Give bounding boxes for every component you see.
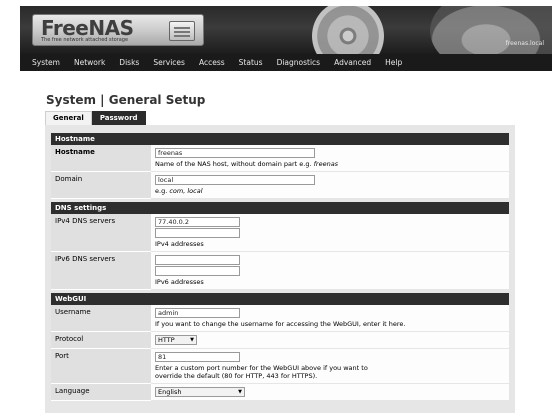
hostname-hint-text: Name of the NAS host, without domain par… — [155, 160, 312, 168]
tab-general[interactable]: General — [45, 111, 92, 125]
ipv6-dns-input-2[interactable] — [155, 266, 240, 276]
ipv4-dns-input-2[interactable] — [155, 228, 240, 238]
hostname-hint: Name of the NAS host, without domain par… — [155, 160, 505, 168]
language-select-value: English — [158, 388, 182, 396]
hard-disk-graphic — [312, 6, 384, 54]
logo-tagline: The free network attached storage — [41, 37, 129, 43]
section-header-dns: DNS settings — [51, 202, 509, 214]
username-input[interactable]: admin — [155, 308, 240, 318]
domain-hint-example: com, local — [169, 187, 203, 195]
chevron-down-icon: ▼ — [238, 389, 242, 395]
section-header-webgui: WebGUI — [51, 293, 509, 305]
username-hint: If you want to change the username for a… — [155, 320, 406, 328]
settings-form: Hostname Hostname freenas Name of the NA… — [51, 133, 509, 401]
protocol-select[interactable]: HTTP ▼ — [155, 335, 197, 345]
ipv6-dns-label: IPv6 DNS servers — [51, 252, 151, 290]
nav-advanced[interactable]: Advanced — [327, 58, 378, 67]
protocol-select-value: HTTP — [158, 336, 175, 344]
freenas-logo[interactable]: FreeNAS The free network attached storag… — [32, 14, 204, 46]
nav-services[interactable]: Services — [146, 58, 192, 67]
port-hint: Enter a custom port number for the WebGU… — [155, 364, 368, 380]
settings-panel: Hostname Hostname freenas Name of the NA… — [45, 125, 515, 413]
nav-network[interactable]: Network — [67, 58, 112, 67]
nav-access[interactable]: Access — [192, 58, 232, 67]
section-header-hostname: Hostname — [51, 133, 509, 145]
domain-input[interactable]: local — [155, 175, 315, 185]
domain-hint: e.g. com, local — [155, 187, 505, 195]
domain-label: Domain — [51, 172, 151, 199]
ipv6-dns-input-1[interactable] — [155, 255, 240, 265]
domain-hint-text: e.g. — [155, 187, 168, 195]
nav-status[interactable]: Status — [232, 58, 270, 67]
hostname-input[interactable]: freenas — [155, 148, 315, 158]
nav-system[interactable]: System — [20, 58, 67, 67]
hostname-hint-example: freenas — [313, 160, 339, 168]
header-banner: FreeNAS The free network attached storag… — [20, 6, 552, 54]
nav-disks[interactable]: Disks — [112, 58, 146, 67]
language-label: Language — [51, 384, 151, 401]
nav-help[interactable]: Help — [378, 58, 409, 67]
hostname-label: Hostname — [51, 145, 151, 172]
port-input[interactable]: 81 — [155, 352, 240, 362]
hostname-display: freenas.local — [505, 40, 544, 47]
tab-password[interactable]: Password — [91, 111, 146, 125]
chevron-down-icon: ▼ — [190, 337, 194, 343]
ipv6-dns-hint: IPv6 addresses — [155, 278, 204, 286]
nav-diagnostics[interactable]: Diagnostics — [270, 58, 328, 67]
server-icon — [169, 21, 195, 41]
main-content: System | General Setup General Password … — [40, 78, 552, 413]
tab-bar: General Password — [45, 111, 146, 125]
port-label: Port — [51, 349, 151, 384]
page-title: System | General Setup — [46, 93, 206, 107]
username-label: Username — [51, 305, 151, 332]
ipv4-dns-hint: IPv4 addresses — [155, 240, 204, 248]
ipv4-dns-label: IPv4 DNS servers — [51, 214, 151, 252]
ipv4-dns-input-1[interactable]: 77.40.0.2 — [155, 217, 240, 227]
language-select[interactable]: English ▼ — [155, 387, 245, 397]
main-nav: System Network Disks Services Access Sta… — [20, 54, 552, 71]
protocol-label: Protocol — [51, 332, 151, 349]
